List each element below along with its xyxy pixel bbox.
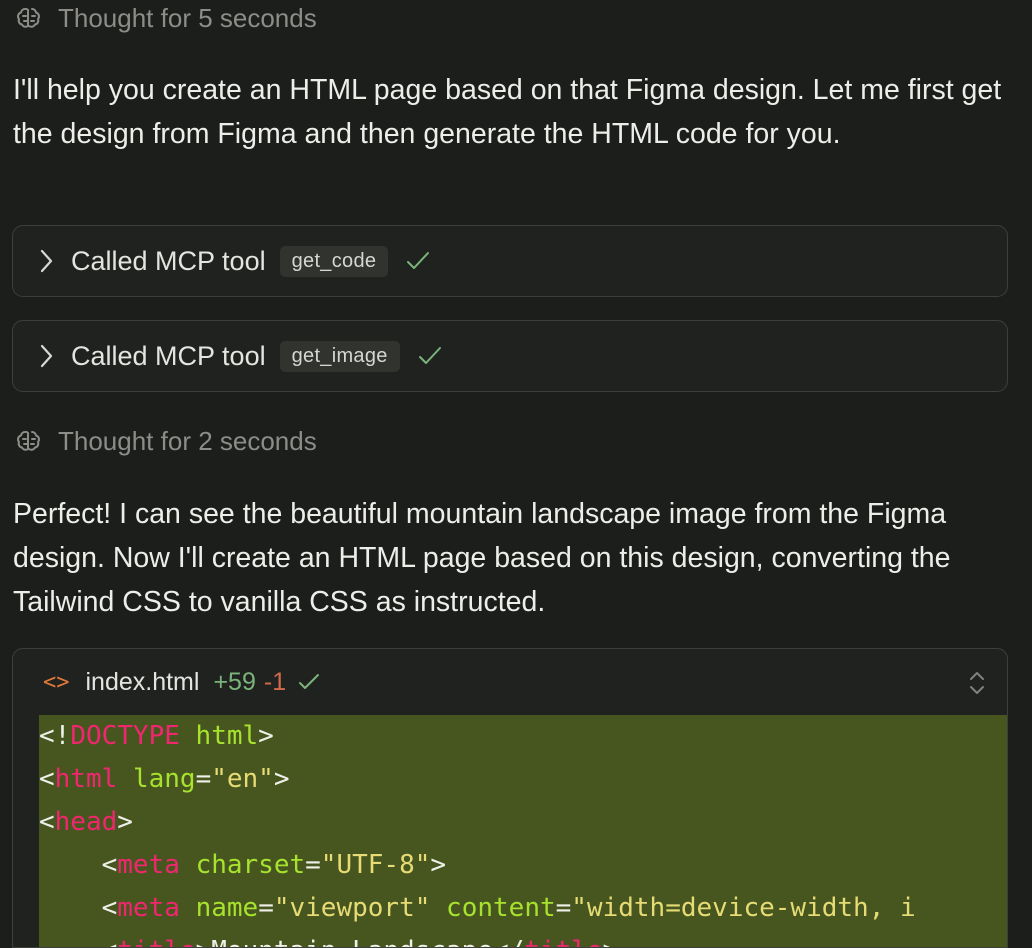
code-token: "viewport"	[273, 893, 431, 923]
code-token: <	[39, 807, 55, 837]
code-edit-card: <> index.html +59 -1 <!DOCTYPE html> <htm…	[12, 648, 1008, 948]
checkmark-icon	[416, 342, 444, 370]
code-token: name	[195, 893, 259, 923]
thought-indicator[interactable]: Thought for 2 seconds	[14, 423, 317, 459]
code-line: <!DOCTYPE html>	[39, 715, 1007, 758]
code-token: <	[39, 936, 118, 947]
code-line: <html lang="en">	[39, 758, 1007, 801]
assistant-message-response: Perfect! I can see the beautiful mountai…	[13, 498, 951, 618]
code-token: <	[39, 764, 55, 794]
checkmark-icon	[296, 669, 322, 695]
code-token: lang	[132, 764, 196, 794]
file-name: index.html	[85, 667, 200, 696]
brain-icon	[14, 426, 44, 456]
code-token: html	[54, 764, 118, 794]
lines-removed: -1	[263, 667, 287, 696]
code-token: =	[305, 850, 321, 880]
code-token: >Mountain Landscape</	[196, 936, 525, 947]
code-token: "UTF-8"	[320, 850, 431, 880]
tool-name-badge: get_image	[279, 340, 400, 372]
code-token: >	[273, 764, 290, 794]
thought-label: Thought for 5 seconds	[58, 2, 317, 33]
code-token: <	[39, 850, 118, 880]
assistant-message-intro: I'll help you create an HTML page based …	[13, 74, 1002, 150]
checkmark-icon	[404, 247, 432, 275]
code-token: title	[524, 936, 602, 947]
code-line: <meta name="viewport" content="width=dev…	[39, 887, 1007, 930]
tool-call-get-image[interactable]: Called MCP tool get_image	[12, 320, 1008, 392]
thought-label: Thought for 2 seconds	[58, 425, 317, 456]
code-token: title	[117, 936, 195, 947]
code-token: head	[54, 807, 118, 837]
code-token: >	[603, 936, 619, 947]
code-token: charset	[195, 850, 306, 880]
code-edit-header[interactable]: <> index.html +59 -1	[13, 649, 1007, 715]
code-line: <meta charset="UTF-8">	[39, 844, 1007, 887]
code-diff-view[interactable]: <!DOCTYPE html> <html lang="en"> <head> <m…	[39, 715, 1007, 947]
chevron-right-icon	[35, 342, 57, 370]
lines-added: +59	[213, 667, 256, 696]
tool-call-label: Called MCP tool	[71, 245, 266, 276]
code-token: content	[446, 893, 556, 923]
brain-icon	[14, 3, 44, 33]
code-token: meta	[117, 893, 180, 923]
code-token: >	[117, 807, 133, 837]
thought-indicator[interactable]: Thought for 5 seconds	[14, 0, 317, 36]
code-token: <!	[39, 721, 71, 751]
code-token: meta	[117, 850, 180, 880]
tool-call-get-code[interactable]: Called MCP tool get_code	[12, 225, 1008, 297]
code-token: "en"	[211, 764, 274, 794]
code-token: =	[195, 764, 212, 794]
code-token: =	[555, 893, 572, 923]
expand-collapse-icon[interactable]	[967, 669, 987, 697]
code-token: >	[430, 850, 447, 880]
code-token: "width=device-width, i	[571, 893, 916, 923]
tool-name-badge: get_code	[279, 245, 389, 277]
code-line: <head>	[39, 801, 1007, 844]
code-token: html	[195, 721, 259, 751]
tool-call-label: Called MCP tool	[71, 340, 266, 371]
code-token: DOCTYPE	[70, 721, 180, 751]
chevron-right-icon	[35, 247, 57, 275]
code-token: >	[258, 721, 274, 751]
code-token: <	[39, 893, 118, 923]
code-line: <title>Mountain Landscape</title>	[39, 930, 1007, 947]
code-token: =	[258, 893, 274, 923]
code-file-icon: <>	[43, 669, 70, 695]
